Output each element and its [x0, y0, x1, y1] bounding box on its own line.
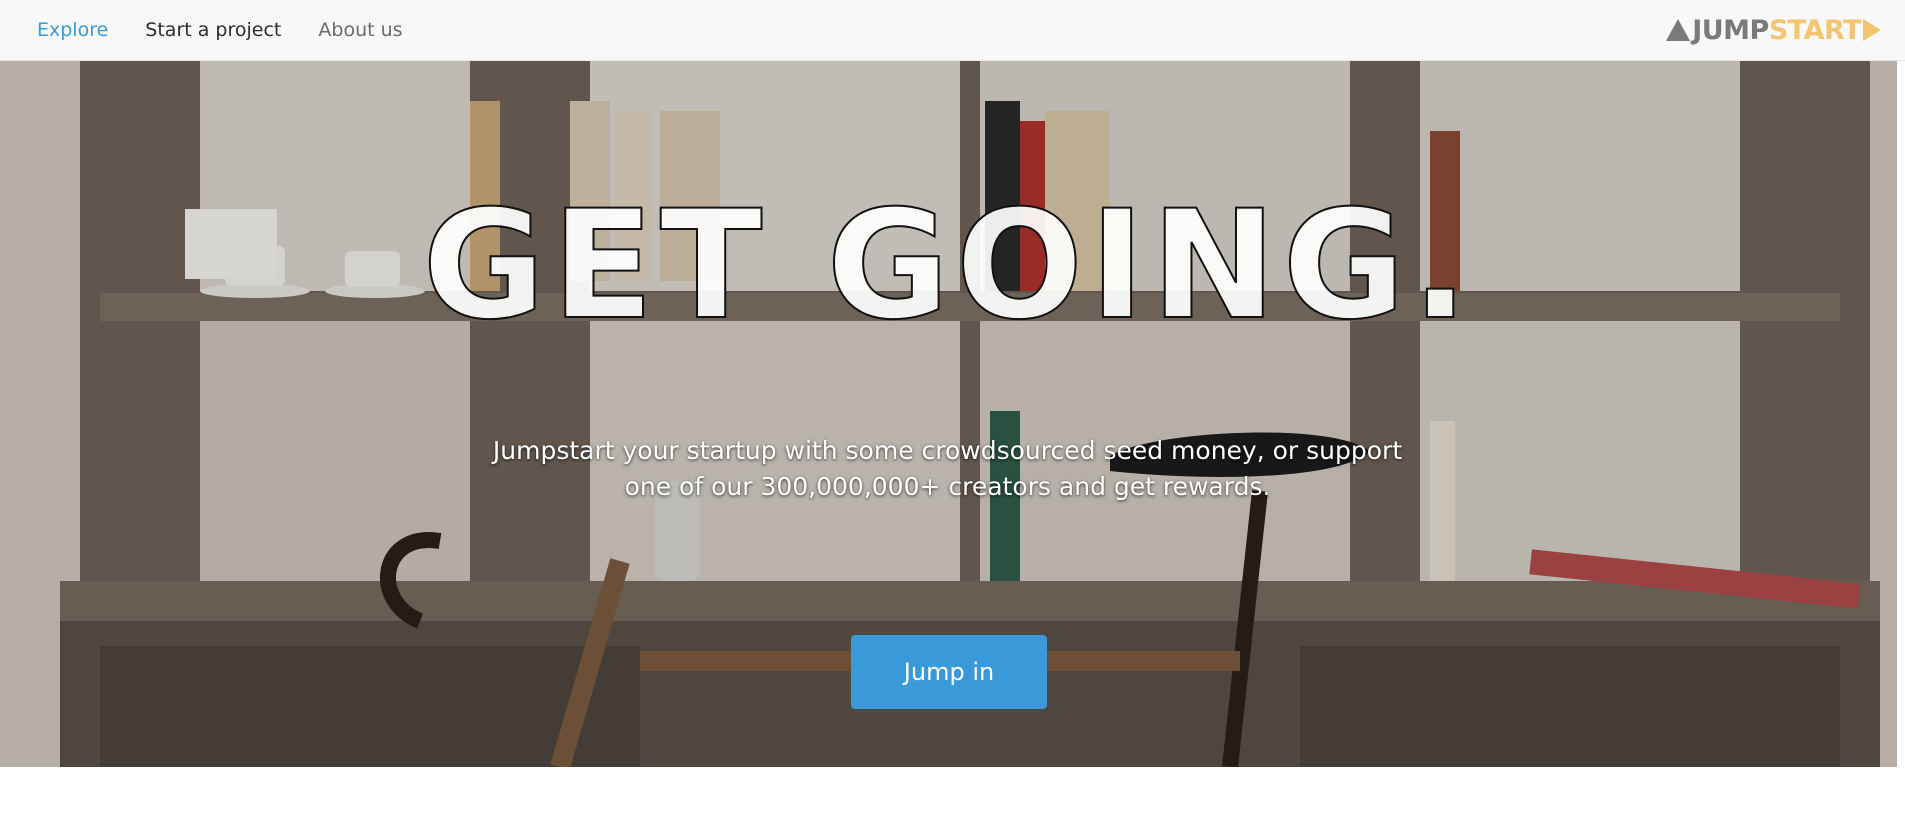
logo-arrow-icon [1863, 19, 1881, 41]
top-navbar: Explore Start a project About us JUMPSTA… [0, 0, 1905, 61]
nav-link-explore[interactable]: Explore [37, 19, 108, 41]
nav-links: Explore Start a project About us [37, 0, 440, 60]
logo-text-jump: JUMP [1692, 14, 1769, 46]
logo-text-start: START [1768, 14, 1862, 46]
nav-link-about-us[interactable]: About us [318, 19, 402, 41]
hero-headline: GET GOING. [421, 178, 1475, 354]
hero-section: GET GOING. Jumpstart your startup with s… [0, 61, 1897, 767]
jump-in-button[interactable]: Jump in [851, 635, 1047, 709]
jumpstart-logo[interactable]: JUMPSTART [1666, 14, 1881, 46]
logo-triangle-icon [1666, 19, 1691, 41]
nav-link-start-project[interactable]: Start a project [145, 19, 281, 41]
hero-subtitle: Jumpstart your startup with some crowdso… [492, 436, 1403, 501]
